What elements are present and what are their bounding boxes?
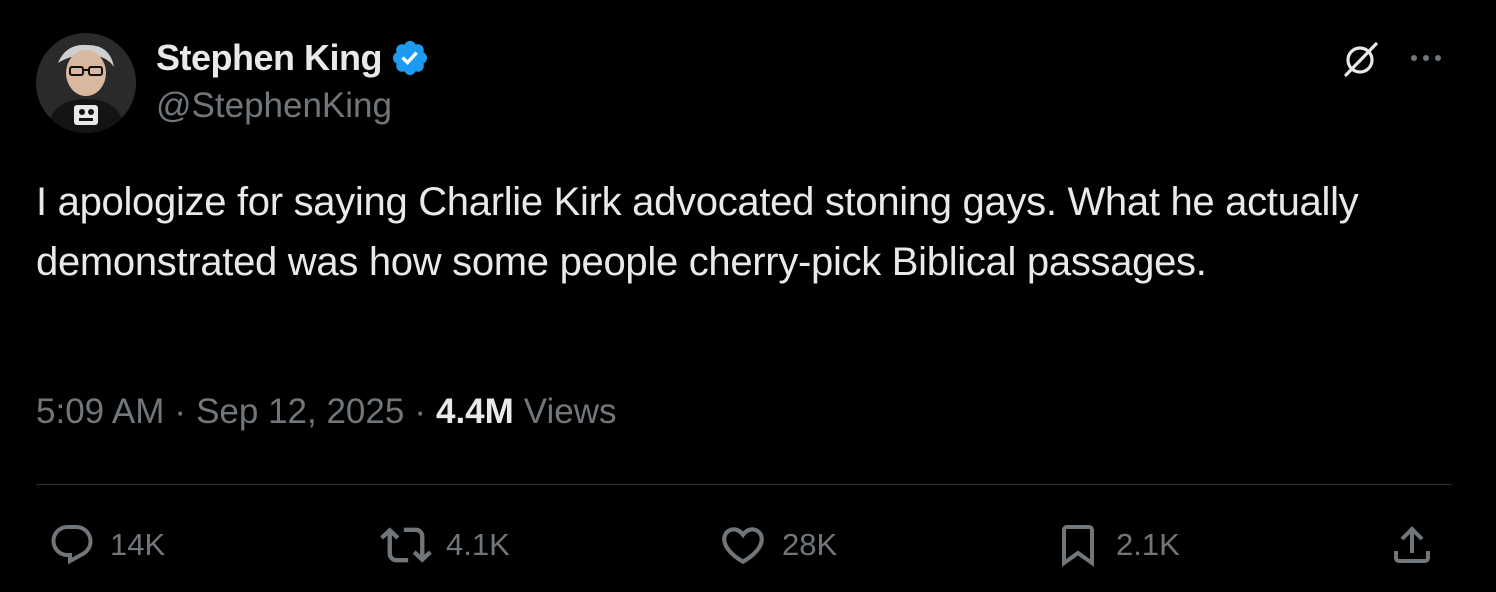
like-button[interactable]: 28K — [718, 520, 837, 570]
share-button[interactable] — [1388, 520, 1436, 570]
author-handle[interactable]: @StephenKing — [156, 86, 392, 126]
grok-button[interactable] — [1338, 36, 1384, 82]
reply-count: 14K — [110, 527, 166, 562]
reply-button[interactable]: 14K — [48, 520, 165, 570]
repost-button[interactable]: 4.1K — [380, 520, 510, 570]
bookmark-button[interactable]: 2.1K — [1054, 520, 1180, 570]
avatar-image — [36, 33, 136, 133]
reply-icon — [51, 525, 93, 565]
meta-separator: · — [414, 392, 426, 431]
like-icon — [722, 527, 764, 565]
more-options-button[interactable] — [1406, 40, 1446, 76]
tweet-date[interactable]: Sep 12, 2025 — [196, 392, 404, 432]
share-icon — [1394, 526, 1430, 563]
bookmark-icon — [1062, 525, 1094, 567]
divider — [36, 484, 1452, 485]
more-icon — [1411, 55, 1441, 61]
verified-badge-icon[interactable] — [390, 38, 430, 78]
views-count: 4.4M — [435, 392, 514, 431]
tweet-time[interactable]: 5:09 AM — [36, 392, 164, 432]
grok-icon — [1344, 42, 1378, 77]
repost-icon — [380, 527, 432, 563]
author-display-name[interactable]: Stephen King — [156, 37, 383, 79]
repost-count: 4.1K — [446, 527, 510, 562]
author-avatar[interactable] — [36, 33, 136, 133]
views-label: Views — [523, 392, 617, 431]
tweet-meta: 5:09 AM · Sep 12, 2025 · 4.4M Views — [36, 392, 617, 432]
tweet-text: I apologize for saying Charlie Kirk advo… — [36, 180, 1359, 284]
meta-separator: · — [174, 392, 187, 431]
bookmark-count: 2.1K — [1116, 527, 1180, 562]
author-name-row: Stephen King — [156, 36, 430, 80]
like-count: 28K — [782, 527, 838, 562]
